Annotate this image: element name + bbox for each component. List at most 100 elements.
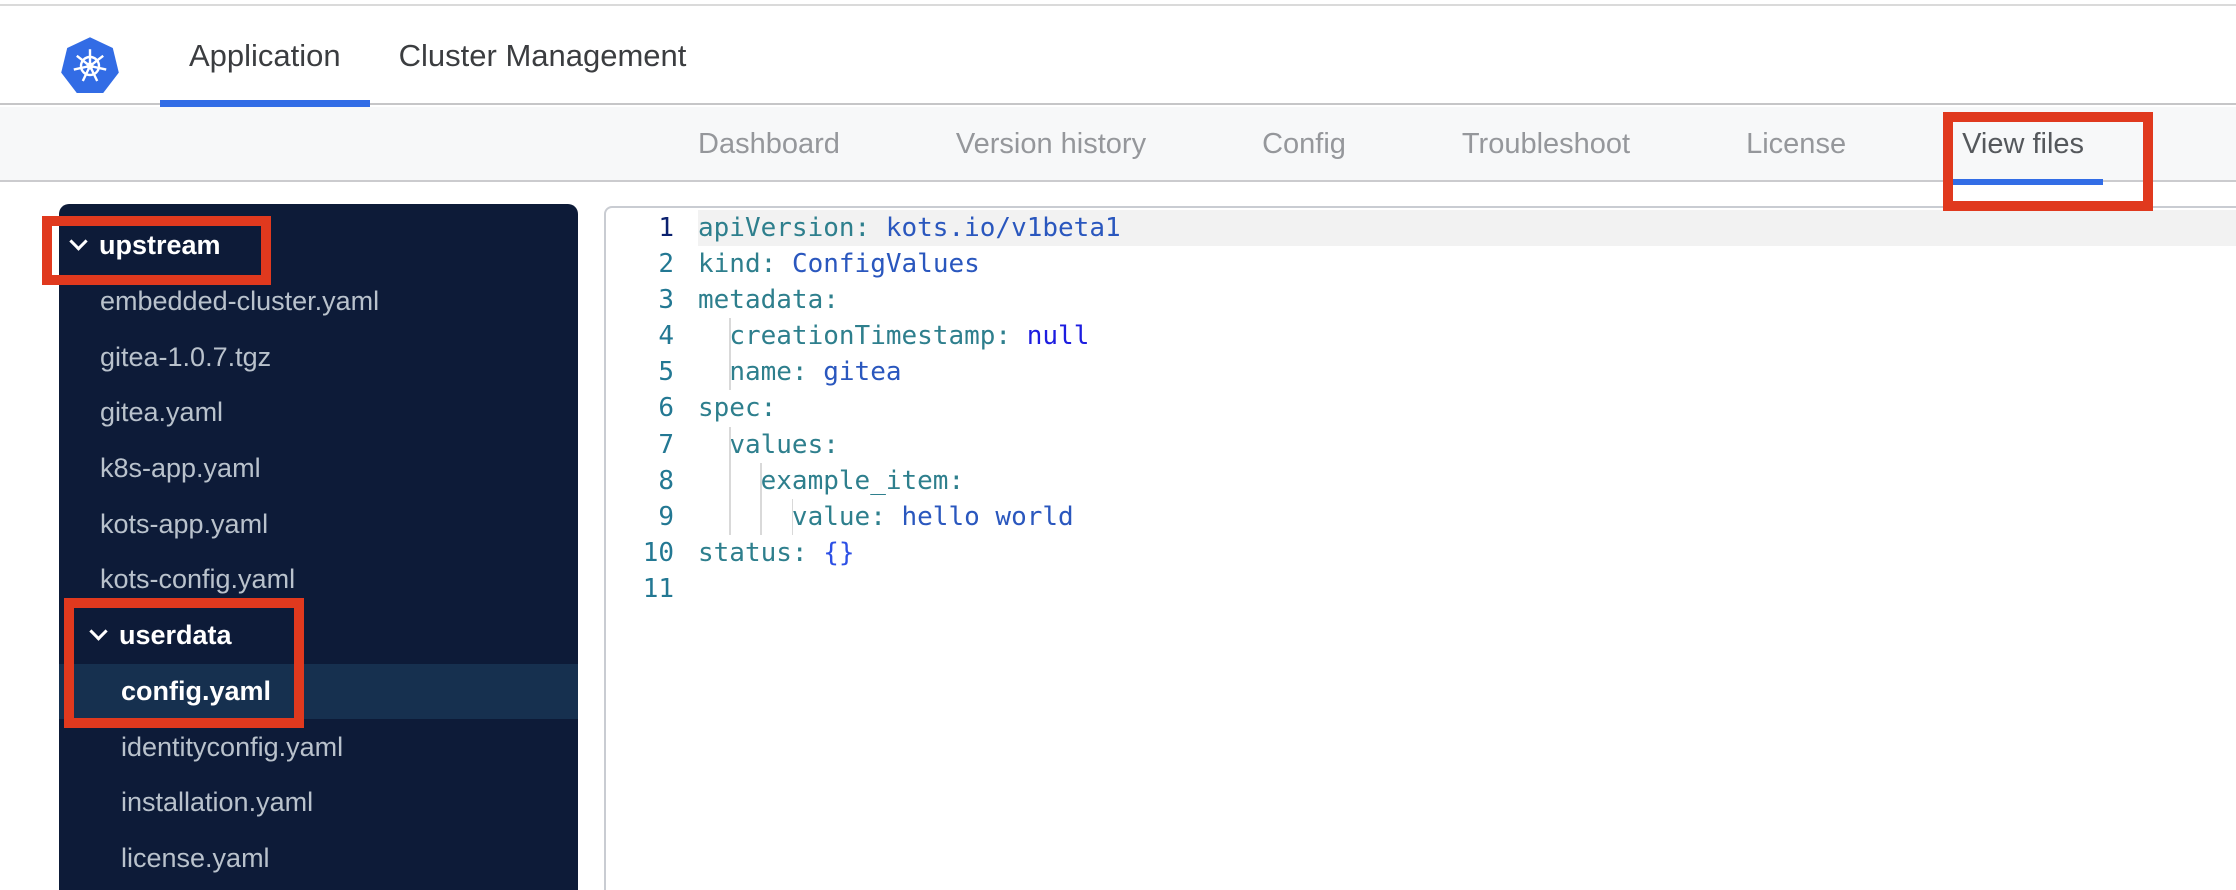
code-token: hello world <box>901 501 1074 532</box>
indent-guide <box>729 354 731 391</box>
tree-file-identityconfig-yaml[interactable]: identityconfig.yaml <box>59 719 578 775</box>
tree-file-gitea-yaml[interactable]: gitea.yaml <box>59 385 578 441</box>
code-token: kind: <box>698 249 777 280</box>
code-line-content: example_item: <box>698 462 2236 499</box>
app-navbar: Dashboard Version history Config Troublesho… <box>0 107 2236 185</box>
indent-guide <box>791 498 794 535</box>
line-number: 5 <box>658 357 674 388</box>
tree-item-label: gitea-1.0.7.tgz <box>100 341 272 372</box>
code-lines: 1 apiVersion: kots.io/v1beta1 2 kind: Confi… <box>606 210 2236 607</box>
nav-tab-config[interactable]: Config <box>1243 107 1365 182</box>
tree-file-config-yaml[interactable]: config.yaml <box>59 663 578 720</box>
code-token: name: <box>729 357 808 388</box>
nav-tab-label: Dashboard <box>698 128 840 160</box>
nav-tab-label: View files <box>1962 128 2085 160</box>
line-number: 6 <box>658 393 674 424</box>
tree-file-kots-config-yaml[interactable]: kots-config.yaml <box>59 552 578 608</box>
tree-file-gitea-1-0-7-tgz[interactable]: gitea-1.0.7.tgz <box>59 329 578 385</box>
code-line-10[interactable]: 10 status: {} <box>606 535 2236 571</box>
code-line-1[interactable]: 1 apiVersion: kots.io/v1beta1 <box>606 210 2236 247</box>
line-number: 8 <box>658 465 674 496</box>
tree-item-label: identityconfig.yaml <box>121 731 344 762</box>
code-token: example_item: <box>760 465 965 496</box>
header-tab-label: Cluster Management <box>398 37 687 73</box>
code-token: creationTimestamp: <box>729 321 1012 352</box>
code-token: {} <box>823 537 855 568</box>
header-tab-cluster-management[interactable]: Cluster Management <box>370 6 716 105</box>
nav-tab-label: Troubleshoot <box>1461 128 1631 160</box>
code-line-content: kind: ConfigValues <box>698 246 2236 282</box>
code-line-8[interactable]: 8 example_item: <box>606 462 2236 499</box>
code-line-content: creationTimestamp: null <box>698 318 2236 355</box>
indent-guide <box>760 498 762 535</box>
code-line-5[interactable]: 5 name: gitea <box>606 354 2236 391</box>
code-line-4[interactable]: 4 creationTimestamp: null <box>606 318 2236 355</box>
kubernetes-logo-icon <box>60 32 120 100</box>
code-line-11[interactable]: 11 <box>606 571 2236 607</box>
code-token: kots.io/v1beta1 <box>885 213 1121 243</box>
line-number: 1 <box>658 213 674 243</box>
chevron-down-icon <box>69 232 88 252</box>
nav-tab-troubleshoot[interactable]: Troubleshoot <box>1443 107 1649 182</box>
code-token: ConfigValues <box>791 249 980 280</box>
file-tree-sidebar: upstream embedded-cluster.yaml gitea-1.0.7… <box>59 204 578 890</box>
code-token: apiVersion: <box>698 213 871 243</box>
line-number: 10 <box>642 537 674 568</box>
header-tab-label: Application <box>189 37 341 73</box>
line-number: 11 <box>642 573 674 604</box>
code-line-3[interactable]: 3 metadata: <box>606 282 2236 318</box>
tree-item-label: embedded-cluster.yaml <box>100 286 380 317</box>
nav-tab-version-history[interactable]: Version history <box>937 107 1165 182</box>
nav-tab-license[interactable]: License <box>1727 107 1865 182</box>
code-token: values: <box>729 429 839 460</box>
nav-tabs: Dashboard Version history Config Troublesho… <box>679 107 2104 185</box>
code-line-content: values: <box>698 426 2236 463</box>
tree-item-label: config.yaml <box>121 675 272 706</box>
indent-guide <box>729 318 731 355</box>
tree-item-label: k8s-app.yaml <box>100 453 261 484</box>
chevron-down-icon <box>89 622 108 641</box>
tree-item-label: license.yaml <box>121 842 270 873</box>
code-line-9[interactable]: 9 value: hello world <box>606 498 2236 535</box>
tree-file-license-yaml[interactable]: license.yaml <box>59 831 578 887</box>
tree-item-label: upstream <box>99 230 221 261</box>
line-number: 2 <box>658 249 674 280</box>
tree-file-k8s-app-yaml[interactable]: k8s-app.yaml <box>59 441 578 497</box>
code-line-2[interactable]: 2 kind: ConfigValues <box>606 246 2236 282</box>
tree-item-label: kots-app.yaml <box>100 508 269 539</box>
nav-tab-label: Version history <box>955 128 1147 160</box>
tree-file-installation-yaml[interactable]: installation.yaml <box>59 775 578 831</box>
code-token: gitea <box>823 357 902 388</box>
yaml-editor[interactable]: 1 apiVersion: kots.io/v1beta1 2 kind: Confi… <box>604 206 2236 890</box>
code-line-7[interactable]: 7 values: <box>606 426 2236 463</box>
code-token: metadata: <box>698 285 839 316</box>
tree-file-kots-app-yaml[interactable]: kots-app.yaml <box>59 496 578 552</box>
tree-folder-upstream[interactable]: upstream <box>59 218 578 274</box>
code-line-content <box>698 571 2236 607</box>
tree-folder-userdata[interactable]: userdata <box>59 608 578 664</box>
tree-item-label: userdata <box>119 620 232 651</box>
line-number: 3 <box>658 285 674 316</box>
nav-tab-label: License <box>1746 128 1847 160</box>
nav-tab-dashboard[interactable]: Dashboard <box>679 107 859 182</box>
tree-file-embedded-cluster-yaml[interactable]: embedded-cluster.yaml <box>59 274 578 330</box>
tree-item-label: kots-config.yaml <box>100 564 296 595</box>
tree-item-label: gitea.yaml <box>100 397 224 428</box>
code-token: null <box>1026 321 1090 352</box>
code-line-6[interactable]: 6 spec: <box>606 390 2236 426</box>
header-tab-application[interactable]: Application <box>160 6 370 107</box>
nav-tab-view-files[interactable]: View files <box>1943 107 2104 185</box>
code-token: spec: <box>698 393 777 424</box>
code-line-content: value: hello world <box>698 498 2236 535</box>
indent-guide <box>729 498 731 535</box>
code-token: value: <box>791 501 886 532</box>
code-line-content: apiVersion: kots.io/v1beta1 <box>698 210 2236 247</box>
